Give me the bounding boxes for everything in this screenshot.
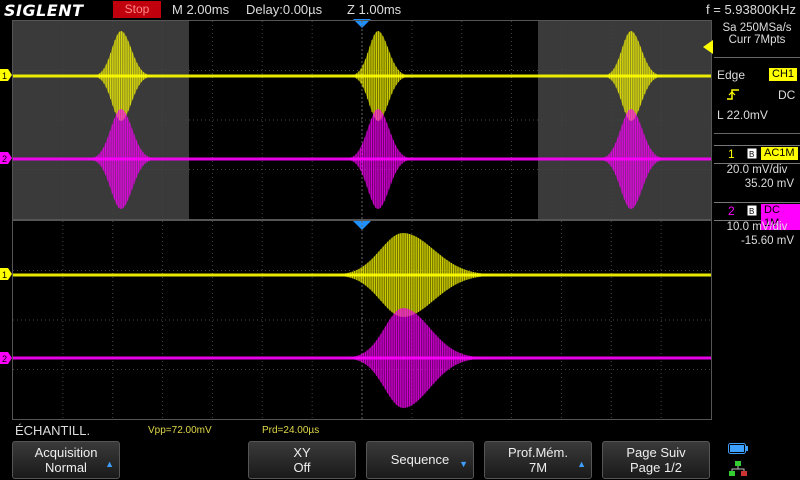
ch1-coupling-badge: AC1M (761, 147, 798, 160)
svg-text:2: 2 (2, 354, 7, 364)
brand-logo: SIGLENT (4, 1, 84, 20)
memory-depth: Curr 7Mpts (728, 34, 786, 46)
sequence-softkey[interactable]: Sequence ▼ (366, 441, 474, 479)
svg-text:2: 2 (2, 154, 7, 164)
ch2-scale: 10.0 mV/div (726, 221, 788, 233)
softkey-label: XY (293, 445, 311, 460)
ch2-level-marker-upper[interactable]: 2 (0, 152, 12, 164)
trigger-source-badge: CH1 (769, 68, 798, 81)
main-waveform-display[interactable] (12, 20, 712, 220)
ch1-level-marker-upper[interactable]: 1 (0, 69, 12, 81)
down-arrow-icon: ▼ (459, 459, 468, 469)
softkey-value: Page 1/2 (629, 460, 683, 475)
xy-softkey[interactable]: XY Off (248, 441, 356, 479)
svg-text:1: 1 (2, 270, 7, 280)
acquisition-mode-label: ÉCHANTILL. (15, 423, 91, 438)
trigger-coupling: DC (778, 88, 796, 102)
softkey-label: Prof.Mém. (508, 445, 568, 460)
bandwidth-limit-icon: B (747, 148, 757, 159)
trigger-type: Edge (717, 68, 746, 82)
softkey-value: Off (293, 460, 311, 475)
ch2-number: 2 (728, 204, 735, 218)
softkey-label: Acquisition (34, 445, 98, 460)
softkey-label: Sequence (390, 452, 450, 467)
frequency-counter: f = 5.93800KHz (706, 2, 796, 17)
battery-icon (728, 443, 748, 454)
sample-rate: Sa 250MSa/s (722, 22, 792, 34)
softkey-value: 7M (528, 460, 548, 475)
up-arrow-icon: ▲ (105, 459, 114, 469)
ch2-level-marker-lower[interactable]: 2 (0, 352, 12, 364)
zoom-waveform-display[interactable] (12, 220, 712, 420)
network-icon (729, 461, 747, 476)
softkey-label: Page Suiv (626, 445, 686, 460)
acquisition-info-box: Sa 250MSa/s Curr 7Mpts (714, 20, 800, 56)
trigger-info-box[interactable]: Edge CH1 DC L 22.0mV (714, 66, 800, 126)
trigger-level: L 22.0mV (717, 108, 768, 122)
ch2-offset: -15.60 mV (740, 235, 794, 247)
svg-text:1: 1 (2, 71, 7, 81)
ch1-info-box[interactable]: 1 B AC1M 20.0 mV/div 35.20 mV (714, 145, 800, 193)
acquisition-softkey[interactable]: Acquisition Normal ▲ (12, 441, 120, 479)
ch1-number: 1 (728, 147, 735, 161)
bandwidth-limit-icon: B (747, 205, 757, 216)
svg-text:B: B (749, 207, 754, 216)
zoom-timebase-readout[interactable]: Z 1.00ms (347, 2, 401, 17)
ch1-scale: 20.0 mV/div (726, 164, 788, 176)
delay-readout[interactable]: Delay:0.00µs (246, 2, 322, 17)
run-stop-badge[interactable]: Stop (113, 1, 161, 18)
trigger-level-marker[interactable] (703, 40, 713, 54)
ch1-level-marker-lower[interactable]: 1 (0, 268, 12, 280)
svg-text:B: B (749, 150, 754, 159)
vpp-measurement: Vpp=72.00mV (148, 425, 212, 436)
timebase-readout[interactable]: M 2.00ms (172, 2, 229, 17)
up-arrow-icon: ▲ (577, 459, 586, 469)
next-page-softkey[interactable]: Page Suiv Page 1/2 (602, 441, 710, 479)
ch2-info-box[interactable]: 2 B DC 1M 10.0 mV/div -15.60 mV (714, 202, 800, 250)
period-measurement: Prd=24.00µs (262, 425, 320, 436)
softkey-value: Normal (45, 460, 87, 475)
ch1-offset: 35.20 mV (744, 178, 794, 190)
rising-edge-icon (727, 89, 739, 100)
memory-depth-softkey[interactable]: Prof.Mém. 7M ▲ (484, 441, 592, 479)
